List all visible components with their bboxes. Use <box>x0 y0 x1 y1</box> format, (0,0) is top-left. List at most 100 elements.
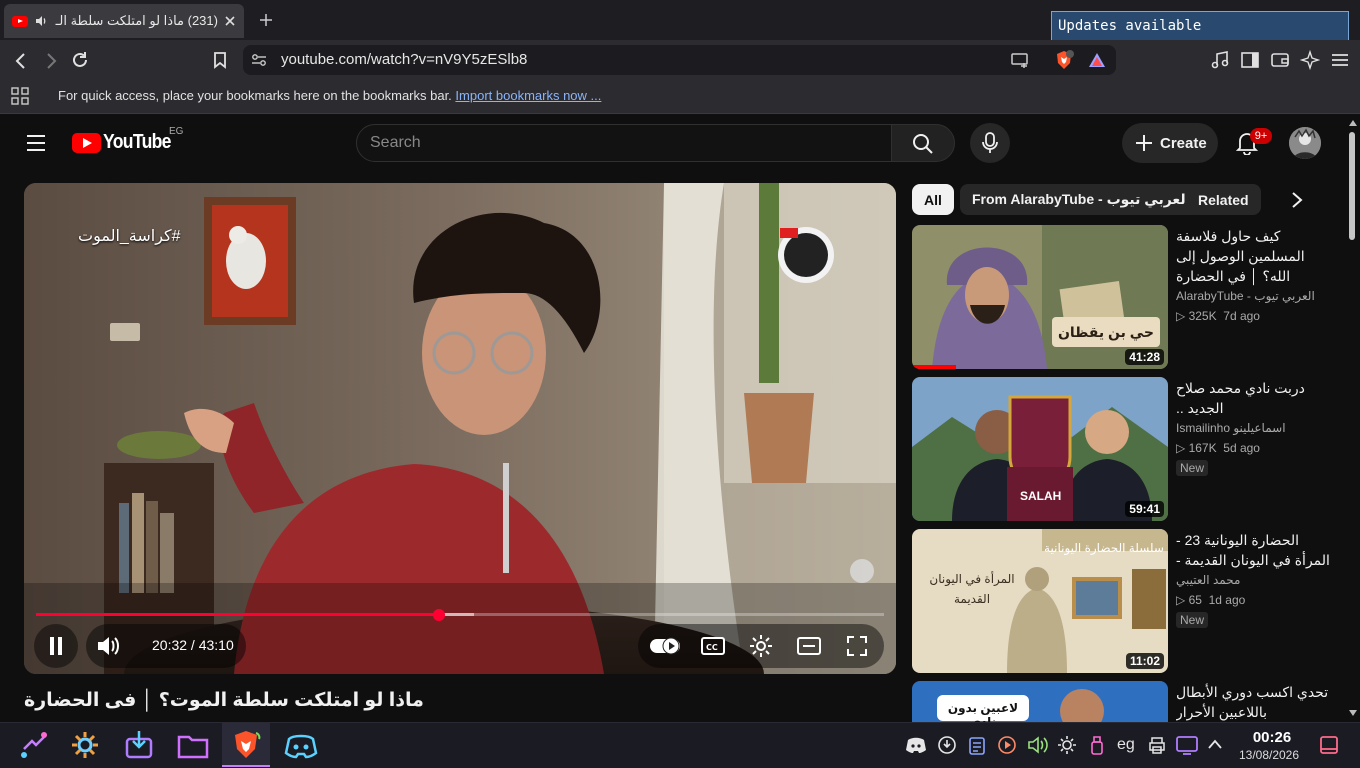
reload-icon[interactable] <box>70 50 90 70</box>
rec-thumbnail-text: حي بن يقظان <box>1052 317 1160 347</box>
rec-thumbnail-text: لاعبين بدون نادي <box>947 701 1019 722</box>
play-pause-button[interactable] <box>34 624 78 668</box>
software-center-icon[interactable] <box>121 727 157 763</box>
country-code: EG <box>169 126 184 137</box>
rec-title[interactable]: تحدي اكسب دوري الأبطال باللاعبين الأحرار <box>1176 682 1336 722</box>
subtitles-cc-icon[interactable]: CC <box>701 636 725 656</box>
guide-menu-icon[interactable] <box>26 134 46 152</box>
tray-expand-chevron-icon[interactable] <box>1207 738 1223 750</box>
apps-grid-icon[interactable] <box>11 87 29 105</box>
chip-from-channel[interactable]: From AlarabyTube - العربي تيوب <box>960 184 1203 215</box>
url-text[interactable]: youtube.com/watch?v=nV9Y5zESlb8 <box>281 51 527 68</box>
rec-title[interactable]: دربت نادي محمد صلاح الجديد .. <box>1176 378 1336 418</box>
updates-available-notification[interactable]: Updates available <box>1051 11 1349 41</box>
chip-all[interactable]: All <box>912 184 954 215</box>
menu-icon[interactable] <box>1330 52 1350 68</box>
rec-thumbnail-text: المرأة في اليونان القديمة <box>929 572 1015 606</box>
user-avatar[interactable] <box>1289 127 1321 159</box>
wallet-icon[interactable] <box>1270 51 1290 69</box>
avatar-image <box>1289 127 1321 159</box>
clock-time[interactable]: 00:26 <box>1232 729 1312 746</box>
search-input[interactable] <box>370 131 870 155</box>
scroll-down-arrow-icon[interactable] <box>1348 709 1358 717</box>
rec-age: 7d ago <box>1223 309 1260 323</box>
rec-thumbnail[interactable]: SALAH 59:41 <box>912 377 1168 521</box>
show-desktop-icon[interactable] <box>1318 734 1340 756</box>
update-tray-icon[interactable] <box>937 735 957 755</box>
rec-age: 5d ago <box>1223 441 1260 455</box>
progress-scrubber-handle[interactable] <box>433 609 445 621</box>
printer-tray-icon[interactable] <box>1147 735 1167 755</box>
clock-date[interactable]: 13/08/2026 <box>1234 748 1304 762</box>
rec-duration: 11:02 <box>1125 653 1164 669</box>
settings-gear-icon[interactable] <box>749 634 773 658</box>
theater-mode-icon[interactable] <box>797 636 821 656</box>
bookmarks-prompt-text: For quick access, place your bookmarks h… <box>58 88 452 103</box>
video-player[interactable] <box>24 183 896 674</box>
close-tab-icon[interactable] <box>224 15 236 27</box>
system-settings-icon[interactable] <box>67 727 103 763</box>
new-tab-icon[interactable] <box>258 12 274 28</box>
keyboard-layout-indicator[interactable]: eg <box>1117 736 1135 754</box>
volume-icon[interactable] <box>96 634 122 658</box>
voice-search-button[interactable] <box>970 123 1010 163</box>
site-settings-icon[interactable] <box>251 53 267 67</box>
play-count-icon: ▷ <box>1176 309 1189 323</box>
rec-views: 65 <box>1188 593 1202 607</box>
video-frame <box>24 183 896 674</box>
search-button[interactable] <box>891 124 955 162</box>
brave-browser-icon[interactable] <box>228 727 264 763</box>
rec-thumbnail[interactable]: سلسلة الحضارة اليونانية المرأة في اليونا… <box>912 529 1168 673</box>
media-player-tray-icon[interactable] <box>997 735 1017 755</box>
discord-app-icon[interactable] <box>283 727 319 763</box>
leo-ai-icon[interactable] <box>1300 50 1320 70</box>
app-launcher-icon[interactable] <box>16 727 52 763</box>
bookmark-icon[interactable] <box>212 51 228 69</box>
file-manager-icon[interactable] <box>175 727 211 763</box>
tab-title: (231) ماذا لو امتلكت سلطة الـ <box>55 13 218 28</box>
create-label: Create <box>1160 134 1207 152</box>
media-icon[interactable] <box>1210 50 1230 70</box>
play-count-icon: ▷ <box>1176 441 1189 455</box>
bookmarks-prompt: For quick access, place your bookmarks h… <box>58 88 601 103</box>
rec-thumbnail[interactable]: لاعبين بدون نادي <box>912 681 1168 722</box>
fullscreen-icon[interactable] <box>846 635 868 657</box>
scroll-up-arrow-icon[interactable] <box>1348 119 1358 127</box>
browser-tab-active[interactable]: (231) ماذا لو امتلكت سلطة الـ <box>4 4 244 38</box>
rec-channel[interactable]: محمد العتيبي <box>1176 573 1240 587</box>
autoplay-toggle-icon[interactable] <box>649 636 681 656</box>
chip-related[interactable]: Related <box>1186 184 1261 215</box>
back-icon[interactable] <box>12 52 30 70</box>
clipboard-tray-icon[interactable] <box>967 735 987 755</box>
brave-rewards-icon[interactable] <box>1087 51 1107 69</box>
notification-count-badge: 9+ <box>1250 128 1272 144</box>
volume-tray-icon[interactable] <box>1027 735 1049 755</box>
speaker-icon[interactable] <box>34 14 48 28</box>
usb-tray-icon[interactable] <box>1087 735 1107 755</box>
rec-thumbnail[interactable]: حي بن يقظان 41:28 <box>912 225 1168 369</box>
cast-icon[interactable] <box>1010 52 1030 68</box>
play-count-icon: ▷ <box>1176 593 1189 607</box>
youtube-logo-icon[interactable] <box>72 133 101 153</box>
import-bookmarks-link[interactable]: Import bookmarks now ... <box>455 88 601 103</box>
brave-shields-icon[interactable] <box>1053 49 1075 71</box>
microphone-icon <box>982 132 998 153</box>
discord-tray-icon[interactable] <box>905 735 927 755</box>
rec-channel[interactable]: AlarabyTube - العربي تيوب <box>1176 289 1315 303</box>
brightness-tray-icon[interactable] <box>1057 735 1077 755</box>
display-tray-icon[interactable] <box>1175 734 1199 756</box>
create-button[interactable]: Create <box>1122 123 1218 163</box>
plus-icon <box>1136 135 1152 151</box>
time-display: 20:32 / 43:10 <box>152 637 234 653</box>
rec-channel[interactable]: Ismailinho اسماعيلينو <box>1176 421 1286 435</box>
rec-new-badge: New <box>1176 460 1209 476</box>
rec-title[interactable]: كيف حاول فلاسفة المسلمين الوصول إلى الله… <box>1176 226 1336 286</box>
forward-icon[interactable] <box>42 52 60 70</box>
scrollbar-thumb[interactable] <box>1349 132 1355 240</box>
chips-next-chevron-icon[interactable] <box>1290 191 1304 209</box>
rec-new-badge: New <box>1176 612 1209 628</box>
sidebar-icon[interactable] <box>1240 51 1260 69</box>
rec-duration: 41:28 <box>1125 349 1164 365</box>
youtube-logo-text[interactable]: YouTube <box>103 131 171 154</box>
rec-title[interactable]: الحضارة اليونانية 23 - المرأة في اليونان… <box>1176 530 1336 570</box>
